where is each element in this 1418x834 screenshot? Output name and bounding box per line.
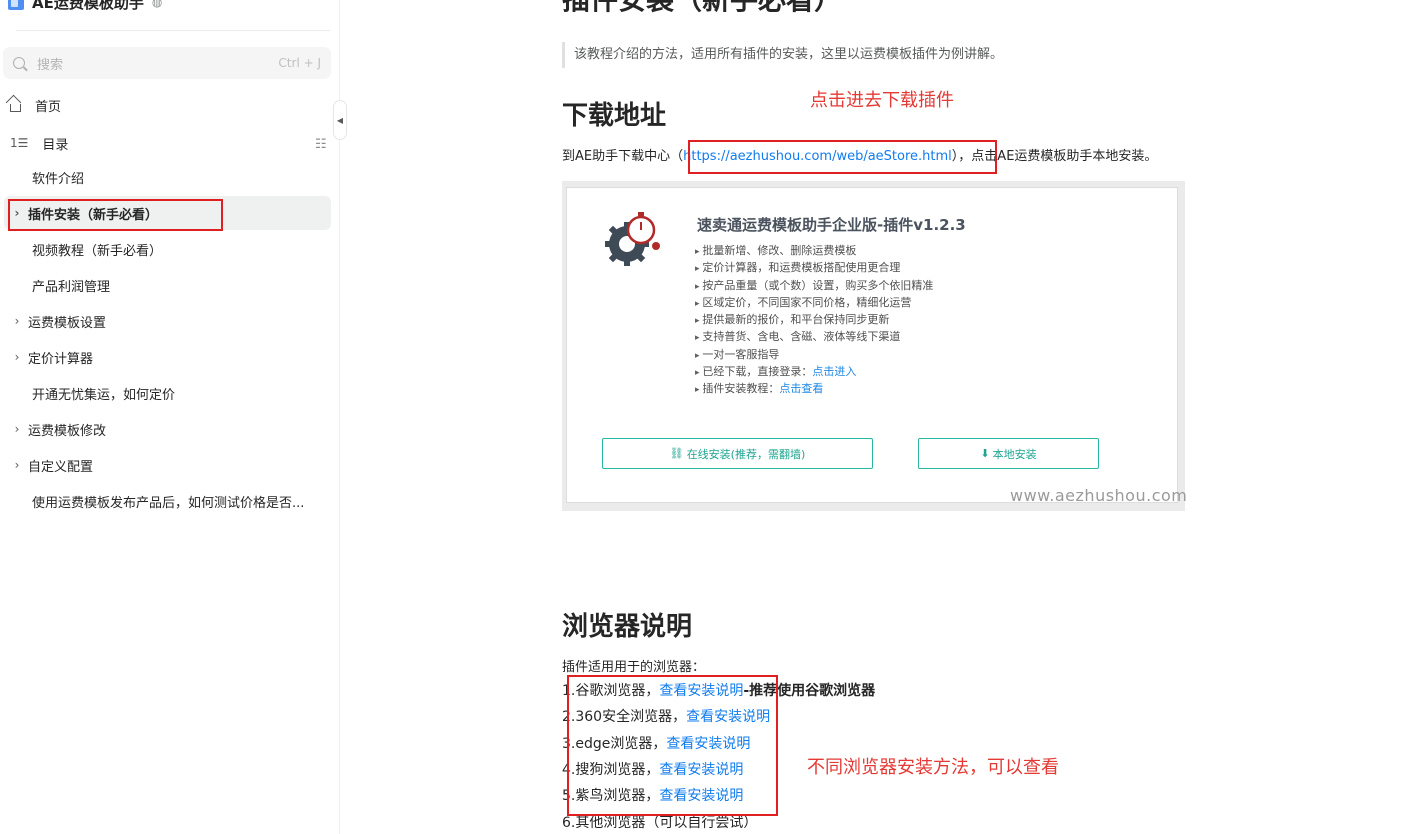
download-prefix: 到AE助手下载中心（ [562,149,684,164]
chevron-right-icon[interactable]: › [4,314,28,328]
feature-item: 定价计算器，和运费模板搭配使用更合理 [695,259,933,276]
feature-item: 提供最新的报价，和平台保持同步更新 [695,311,933,328]
tutorial-link[interactable]: 点击查看 [779,382,823,395]
sidebar-toc-item[interactable]: 开通无忧集运，如何定价 [4,376,331,410]
download-icon: ⬇ [980,447,990,460]
sidebar-toc-item[interactable]: › 自定义配置 [4,448,331,482]
page-title: 插件安装（新手必看） [562,0,842,18]
online-install-button[interactable]: ⛓ 在线安装(推荐，需翻墙) [602,438,873,469]
annotation-browser-note: 不同浏览器安装方法，可以查看 [807,757,1059,778]
feature-item: 区域定价，不同国家不同价格，精细化运营 [695,294,933,311]
plugin-card-title: 速卖通运费模板助手企业版-插件v1.2.3 [697,216,966,234]
local-install-button[interactable]: ⬇ 本地安装 [918,438,1099,469]
feature-item: 按产品重量（或个数）设置，购买多个依旧精准 [695,277,933,294]
plugin-feature-list: 批量新增、修改、删除运费模板 定价计算器，和运费模板搭配使用更合理 按产品重量（… [695,242,933,398]
sidebar-toc-item[interactable]: 视频教程（新手必看） [4,232,331,266]
highlight-box-browser-links [567,675,778,816]
plugin-card: 速卖通运费模板助手企业版-插件v1.2.3 批量新增、修改、删除运费模板 定价计… [566,187,1187,505]
chevron-right-icon[interactable]: › [4,458,28,472]
search-placeholder: 搜索 [37,57,64,73]
feature-item: 支持普货、含电、含磁、液体等线下渠道 [695,328,933,345]
annotation-download-note: 点击进去下载插件 [810,90,954,111]
chevron-right-icon[interactable]: › [4,422,28,436]
doc-quote: 该教程介绍的方法，适用所有插件的安装，这里以运费模板插件为例讲解。 [562,42,1003,68]
header-divider [16,30,330,31]
sidebar-item-home[interactable]: 首页 [10,93,61,117]
sidebar-item-label: 目录 [42,137,69,153]
sidebar-toc-label: 开通无忧集运，如何定价 [32,387,176,403]
browser-heading: 浏览器说明 [562,612,693,642]
sidebar-toc-label: 运费模板修改 [28,423,107,439]
sidebar-toc-label: 软件介绍 [32,171,85,187]
sidebar-toc-item[interactable]: › 运费模板设置 [4,304,331,338]
watermark: www.aezhushou.com [1010,486,1188,505]
browser-name: 6.其他浏览器（可以自行尝试） [562,814,758,831]
login-prefix: 已经下载，直接登录： [702,365,813,379]
search-shortcut: Ctrl + J [278,56,321,70]
sidebar: AE运费模板助手 ◍ 搜索 Ctrl + J 首页 1☰ 目录 ☷ 软件介绍 › 插… [0,0,347,834]
sidebar-toc-item[interactable]: 软件介绍 [4,160,331,194]
local-install-label: 本地安装 [992,447,1037,461]
sidebar-toc-label: 视频教程（新手必看） [32,243,163,259]
sidebar-item-label: 首页 [35,99,62,115]
sidebar-toc-label: 使用运费模板发布产品后，如何测试价格是否... [32,495,305,511]
tutorial-prefix: 插件安装教程： [702,382,780,396]
sidebar-toc-label: 产品利润管理 [32,279,111,295]
search-input[interactable]: 搜索 Ctrl + J [3,47,331,79]
plugin-card-image: 速卖通运费模板助手企业版-插件v1.2.3 批量新增、修改、删除运费模板 定价计… [562,181,1187,511]
browser-intro: 插件适用用于的浏览器： [562,660,706,675]
knowledge-base-header[interactable]: AE运费模板助手 ◍ [8,0,162,14]
sidebar-toc-item[interactable]: › 定价计算器 [4,340,331,374]
chevron-right-icon[interactable]: › [4,350,28,364]
feature-item-login: 已经下载，直接登录：点击进入 [695,363,933,380]
highlight-box-toc-active [8,199,223,231]
link-icon: ⛓ [669,447,684,460]
sidebar-toc-label: 运费模板设置 [28,315,107,331]
document-area: 插件安装（新手必看） 该教程介绍的方法，适用所有插件的安装，这里以运费模板插件为… [340,0,1418,834]
feature-item: 一对一客服指导 [695,346,933,363]
book-icon [8,0,24,10]
sidebar-item-toc[interactable]: 1☰ 目录 ☷ [10,131,331,155]
toc-collapse-icon[interactable]: ☷ [315,137,327,152]
gear-clock-logo-icon [605,212,660,266]
sidebar-toc-item[interactable]: › 运费模板修改 [4,412,331,446]
sidebar-toc-label: 自定义配置 [28,459,94,475]
knowledge-base-title: AE运费模板助手 [32,0,144,12]
online-install-label: 在线安装(推荐，需翻墙) [686,447,806,461]
feature-item: 批量新增、修改、删除运费模板 [695,242,933,259]
globe-icon: ◍ [151,0,163,9]
home-icon [10,103,21,112]
sidebar-toc-item[interactable]: 使用运费模板发布产品后，如何测试价格是否... [4,484,331,518]
sidebar-toc-label: 定价计算器 [28,351,94,367]
highlight-box-download-link [688,140,997,174]
login-link[interactable]: 点击进入 [812,365,856,378]
sidebar-toc-item[interactable]: 产品利润管理 [4,268,331,302]
download-heading: 下载地址 [562,101,667,131]
toc-icon: 1☰ [10,136,29,150]
feature-item-tutorial: 插件安装教程：点击查看 [695,380,933,397]
search-icon [13,57,25,69]
